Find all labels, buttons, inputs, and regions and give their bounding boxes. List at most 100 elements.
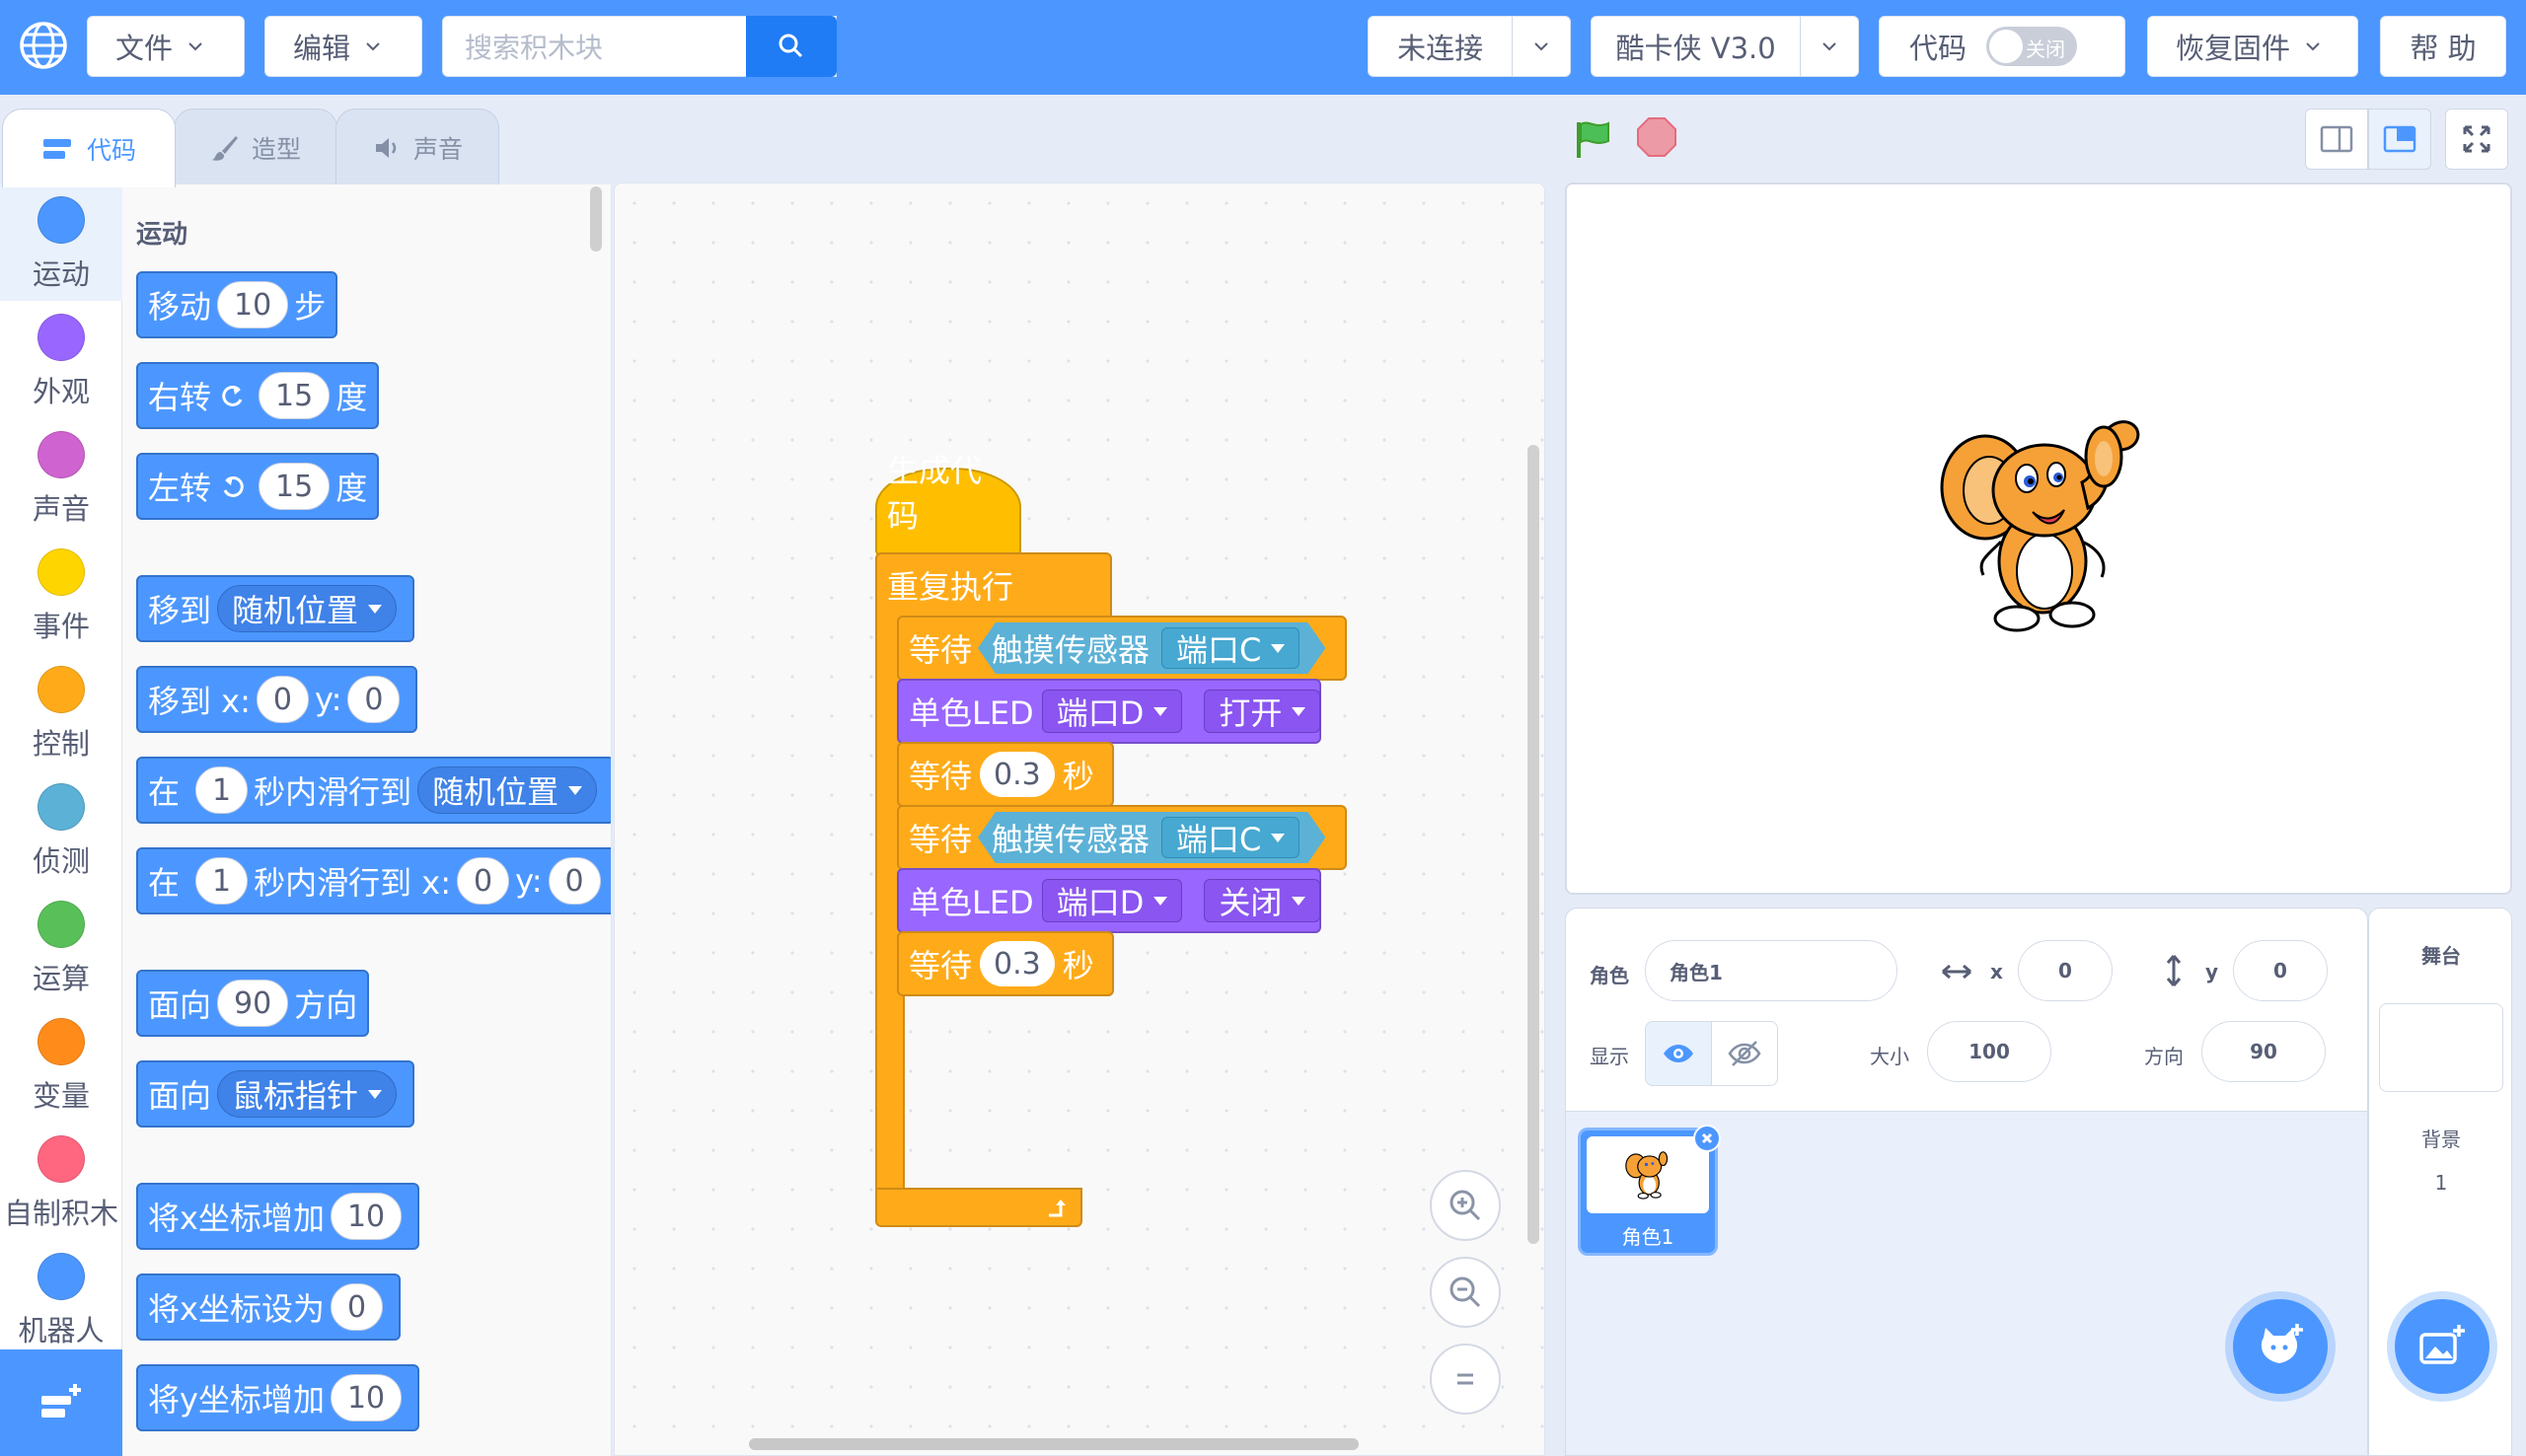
small-stage-button[interactable] [2305, 109, 2368, 170]
category-sound[interactable]: 声音 [0, 419, 122, 536]
block-glide-xy[interactable]: 在 1 秒内滑行到 x: 0 y: 0 [136, 847, 611, 914]
device-menu[interactable]: 酷卡侠 V3.0 [1591, 16, 1859, 77]
restore-firmware-menu[interactable]: 恢复固件 [2147, 16, 2358, 77]
stage-thumbnail[interactable] [2379, 1003, 2503, 1092]
block-turn-left[interactable]: 左转 15 度 [136, 453, 380, 520]
category-looks[interactable]: 外观 [0, 302, 122, 418]
edit-menu[interactable]: 编辑 [264, 16, 422, 77]
connection-dropdown[interactable] [1513, 17, 1570, 76]
led-on-block[interactable]: 单色LED 端口D 打开 [897, 679, 1321, 744]
choose-backdrop-button[interactable] [2395, 1299, 2489, 1394]
wait-seconds-block[interactable]: 等待 0.3 秒 [897, 742, 1114, 807]
port-dropdown[interactable]: 端口D [1041, 879, 1183, 922]
device-dropdown[interactable] [1801, 17, 1858, 76]
category-robot[interactable]: 机器人 [0, 1241, 122, 1357]
block-input[interactable]: 0 [457, 857, 510, 905]
block-point-direction[interactable]: 面向 90 方向 [136, 970, 370, 1037]
show-sprite-button[interactable] [1645, 1021, 1712, 1086]
backdrop-label: 背景 [2421, 1128, 2461, 1151]
block-goto-target[interactable]: 移到 随机位置 [136, 575, 415, 642]
led-state-dropdown[interactable]: 关闭 [1204, 879, 1321, 922]
block-turn-right[interactable]: 右转 15 度 [136, 362, 380, 429]
port-dropdown[interactable]: 端口D [1041, 690, 1183, 733]
block-input[interactable]: 15 [259, 463, 331, 510]
zoom-reset-button[interactable] [1430, 1344, 1501, 1415]
delete-sprite-button[interactable] [1693, 1125, 1721, 1152]
choose-sprite-button[interactable] [2233, 1299, 2328, 1394]
port-dropdown[interactable]: 端口C [1161, 817, 1300, 858]
zoom-out-button[interactable] [1430, 1257, 1501, 1328]
block-input[interactable]: 0 [256, 676, 309, 723]
wait-seconds-block[interactable]: 等待 0.3 秒 [897, 931, 1114, 996]
port-dropdown[interactable]: 端口C [1161, 627, 1300, 669]
wait-until-touch-block[interactable]: 等待 触摸传感器 端口C [897, 805, 1347, 870]
touch-sensor-reporter[interactable]: 触摸传感器 端口C [978, 622, 1325, 674]
block-input[interactable]: 10 [217, 281, 289, 328]
generate-code-hat-block[interactable]: 生成代码 [875, 452, 1021, 556]
sprite-name-input[interactable]: 角色1 [1645, 940, 1897, 1001]
green-flag-icon[interactable] [1573, 118, 1614, 160]
hide-sprite-button[interactable] [1711, 1021, 1778, 1086]
tab-costume[interactable]: 造型 [174, 109, 337, 185]
category-variables[interactable]: 变量 [0, 1006, 122, 1123]
block-change-y[interactable]: 将y坐标增加 10 [136, 1364, 420, 1431]
sprite-thumbnail[interactable]: 角色1 [1578, 1125, 1721, 1256]
add-extension-button[interactable] [0, 1349, 122, 1456]
block-input[interactable]: 0.3 [980, 752, 1055, 797]
palette-scrollbar[interactable] [590, 186, 602, 252]
block-point-towards[interactable]: 面向 鼠标指针 [136, 1060, 415, 1128]
script-area[interactable]: 生成代码 重复执行 等待 触摸传感器 端口C 单色LED 端口D 打开 等待 0… [614, 182, 1545, 1456]
block-move-steps[interactable]: 移动 10 步 [136, 271, 338, 338]
category-my-blocks[interactable]: 自制积木 [0, 1124, 122, 1240]
block-input[interactable]: 15 [259, 372, 331, 419]
block-input[interactable]: 0 [330, 1283, 384, 1331]
large-stage-button[interactable] [2368, 109, 2431, 170]
touch-sensor-reporter[interactable]: 触摸传感器 端口C [978, 812, 1325, 863]
script-vertical-scrollbar[interactable] [1527, 445, 1539, 1244]
wait-until-touch-block[interactable]: 等待 触摸传感器 端口C [897, 616, 1347, 681]
block-dropdown[interactable]: 随机位置 [417, 766, 598, 814]
script-horizontal-scrollbar[interactable] [749, 1438, 1359, 1450]
block-input[interactable]: 0 [548, 857, 601, 905]
forever-block[interactable]: 重复执行 [875, 552, 1112, 618]
block-input[interactable]: 0.3 [980, 941, 1055, 986]
block-input[interactable]: 10 [330, 1193, 403, 1240]
block-dropdown[interactable]: 随机位置 [217, 585, 398, 632]
file-menu[interactable]: 文件 [87, 16, 245, 77]
tab-code[interactable]: 代码 [2, 109, 176, 187]
block-dropdown[interactable]: 鼠标指针 [217, 1070, 398, 1118]
led-state-dropdown[interactable]: 打开 [1204, 690, 1321, 733]
block-set-x[interactable]: 将x坐标设为 0 [136, 1274, 402, 1341]
category-sensing[interactable]: 侦测 [0, 771, 122, 888]
code-toggle-switch[interactable]: 关闭 [1986, 27, 2078, 66]
category-events[interactable]: 事件 [0, 537, 122, 653]
block-input[interactable]: 0 [347, 676, 401, 723]
block-goto-xy[interactable]: 移到 x: 0 y: 0 [136, 666, 418, 733]
stage-canvas[interactable] [1565, 182, 2512, 895]
elephant-sprite[interactable] [1934, 413, 2149, 640]
language-globe-icon[interactable] [18, 20, 69, 71]
category-control[interactable]: 控制 [0, 654, 122, 770]
block-glide-target[interactable]: 在 1 秒内滑行到 随机位置 [136, 757, 611, 824]
size-input[interactable]: 100 [1927, 1021, 2051, 1082]
x-input[interactable]: 0 [2018, 940, 2113, 1001]
y-input[interactable]: 0 [2233, 940, 2328, 1001]
direction-input[interactable]: 90 [2201, 1021, 2326, 1082]
connection-menu[interactable]: 未连接 [1368, 16, 1571, 77]
zoom-in-button[interactable] [1430, 1170, 1501, 1241]
x-label: x [1990, 960, 2003, 983]
category-operators[interactable]: 运算 [0, 889, 122, 1005]
category-motion[interactable]: 运动 [0, 184, 122, 301]
block-change-x[interactable]: 将x坐标增加 10 [136, 1183, 420, 1250]
block-input[interactable]: 10 [330, 1374, 403, 1421]
stage-selector[interactable]: 舞台 背景 1 [2368, 908, 2512, 1456]
fullscreen-button[interactable] [2445, 109, 2508, 170]
led-off-block[interactable]: 单色LED 端口D 关闭 [897, 868, 1321, 933]
tab-sound[interactable]: 声音 [335, 109, 499, 185]
block-input[interactable]: 1 [195, 766, 249, 814]
block-input[interactable]: 90 [217, 980, 289, 1027]
block-input[interactable]: 1 [195, 857, 249, 905]
stop-icon[interactable] [1636, 116, 1677, 158]
search-button[interactable] [746, 16, 837, 77]
help-button[interactable]: 帮 助 [2380, 16, 2506, 77]
